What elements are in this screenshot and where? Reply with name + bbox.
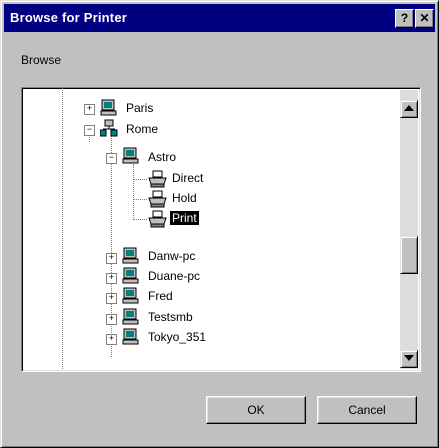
scroll-thumb[interactable]	[400, 236, 418, 274]
collapse-toggle[interactable]: −	[106, 153, 117, 164]
computer-icon	[122, 308, 139, 325]
tree-node-label[interactable]: Paris	[126, 101, 153, 115]
printer-icon	[148, 210, 167, 228]
tree-node-label[interactable]: Hold	[172, 191, 197, 205]
expand-toggle[interactable]: +	[106, 314, 117, 325]
vertical-scrollbar[interactable]	[400, 90, 418, 369]
tree-line	[133, 179, 147, 180]
computer-icon	[122, 287, 139, 304]
tree-node-label[interactable]: Rome	[126, 122, 158, 136]
tree-node-label[interactable]: Direct	[172, 171, 203, 185]
cancel-button[interactable]: Cancel	[317, 396, 417, 424]
help-button[interactable]: ?	[395, 9, 414, 28]
computer-icon	[100, 99, 117, 116]
window-title: Browse for Printer	[10, 10, 128, 25]
tree-line	[62, 88, 63, 369]
expand-toggle[interactable]: +	[106, 273, 117, 284]
close-button[interactable]: ✕	[415, 9, 434, 28]
computer-icon	[122, 267, 139, 284]
tree-node-label[interactable]: Duane-pc	[148, 269, 200, 283]
tree-line	[133, 199, 147, 200]
tree-line	[133, 164, 134, 220]
scroll-down-button[interactable]	[400, 350, 418, 368]
tree-node-label[interactable]: Astro	[148, 150, 176, 164]
expand-toggle[interactable]: +	[106, 293, 117, 304]
expand-toggle[interactable]: +	[106, 334, 117, 345]
expand-toggle[interactable]: +	[106, 253, 117, 264]
browse-for-printer-dialog: Browse for Printer ? ✕ Browse + Paris −	[0, 0, 439, 448]
arrow-down-icon	[404, 355, 414, 361]
tree-node-label[interactable]: Fred	[148, 289, 173, 303]
printer-icon	[148, 170, 167, 188]
computer-icon	[122, 147, 139, 164]
tree-line	[133, 219, 147, 220]
collapse-toggle[interactable]: −	[84, 125, 95, 136]
tree-node-label-selected[interactable]: Print	[169, 210, 200, 226]
printer-icon	[148, 190, 167, 208]
computer-icon	[122, 328, 139, 345]
close-icon: ✕	[419, 11, 430, 25]
scroll-up-button[interactable]	[400, 100, 418, 118]
network-icon	[100, 119, 118, 137]
arrow-up-icon	[404, 105, 414, 111]
tree-node-label[interactable]: Danw-pc	[148, 249, 195, 263]
printer-tree-view[interactable]: + Paris − Rome − Astro Direct Hold Print…	[21, 87, 421, 372]
computer-icon	[122, 247, 139, 264]
tree-node-label[interactable]: Tokyo_351	[148, 330, 206, 344]
expand-toggle[interactable]: +	[84, 104, 95, 115]
browse-prompt: Browse	[21, 53, 62, 67]
title-bar[interactable]: Browse for Printer ? ✕	[4, 4, 435, 32]
tree-node-label[interactable]: Testsmb	[148, 310, 193, 324]
ok-button[interactable]: OK	[206, 396, 306, 424]
help-icon: ?	[400, 11, 409, 25]
